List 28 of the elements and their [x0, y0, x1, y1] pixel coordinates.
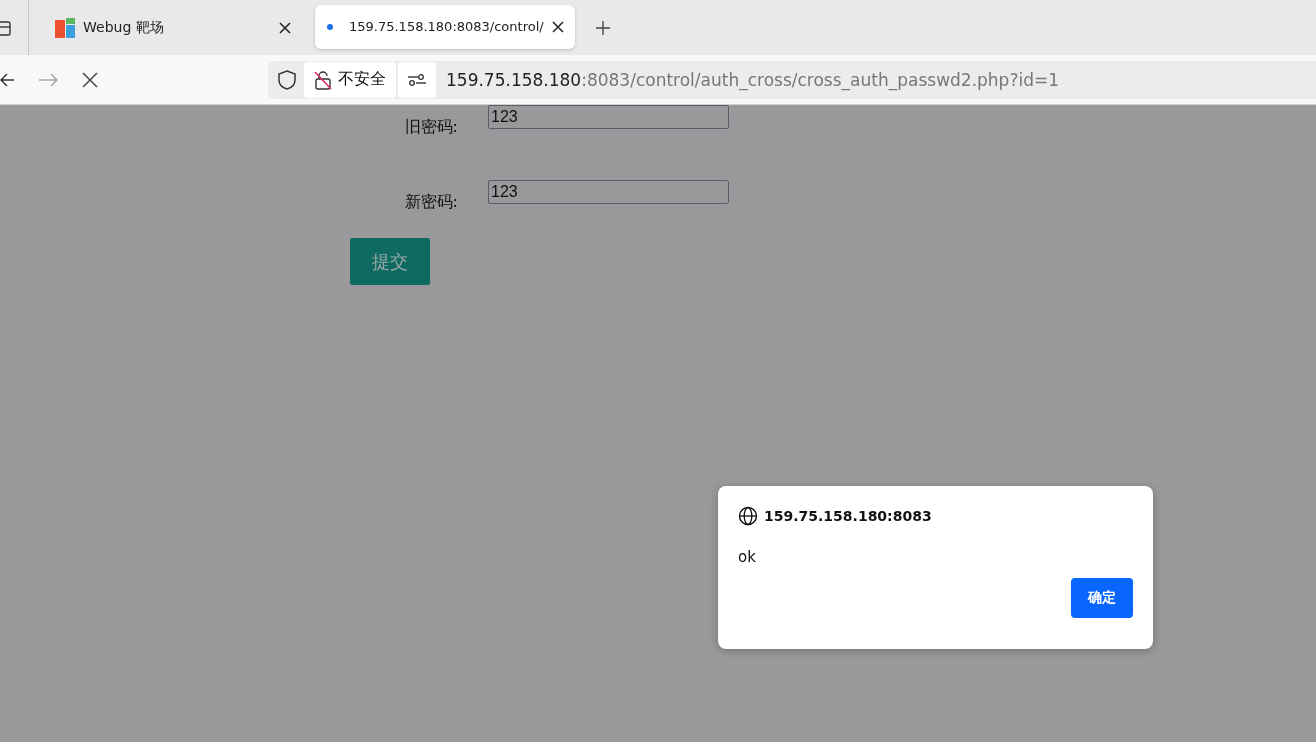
close-icon[interactable] — [551, 20, 564, 33]
field-label: 旧密码: — [403, 116, 458, 138]
url-text[interactable]: 159.75.158.180:8083/control/auth_cross/cross_auth_passwd2.php?id=1 — [446, 69, 1059, 90]
security-indicator[interactable]: 不安全 — [304, 61, 396, 98]
dialog-origin: 159.75.158.180:8083 — [764, 508, 932, 524]
browser-tab[interactable]: 159.75.158.180:8083/control/ — [315, 4, 575, 49]
tab-title: 159.75.158.180:8083/control/ — [349, 19, 544, 34]
stop-icon[interactable] — [82, 71, 98, 88]
dialog-message: ok — [738, 548, 756, 566]
sliders-icon — [408, 73, 426, 86]
shield-icon[interactable] — [278, 69, 296, 90]
globe-icon — [738, 506, 758, 526]
browser-tab[interactable]: Webug 靶场 — [43, 5, 303, 50]
tab-actions-icon[interactable] — [0, 18, 12, 37]
password-field[interactable]: 123 — [488, 105, 729, 129]
password-field[interactable]: 123 — [488, 180, 729, 204]
ok-button[interactable]: 确定 — [1071, 578, 1133, 618]
unlocked-lock-icon — [314, 69, 332, 90]
site-settings-button[interactable] — [398, 61, 436, 98]
address-bar[interactable]: 不安全 159.75.158.180:8083/control/auth_cross/cross_auth_passwd2.php?id=1 — [268, 60, 1316, 99]
loading-dot-icon — [327, 23, 333, 30]
tab-title: Webug 靶场 — [83, 18, 165, 37]
close-icon[interactable] — [279, 21, 291, 34]
field-label: 新密码: — [403, 191, 458, 213]
back-icon[interactable] — [0, 71, 14, 88]
favicon-icon — [55, 17, 75, 38]
security-label: 不安全 — [338, 69, 386, 90]
new-tab-icon[interactable] — [595, 19, 611, 36]
